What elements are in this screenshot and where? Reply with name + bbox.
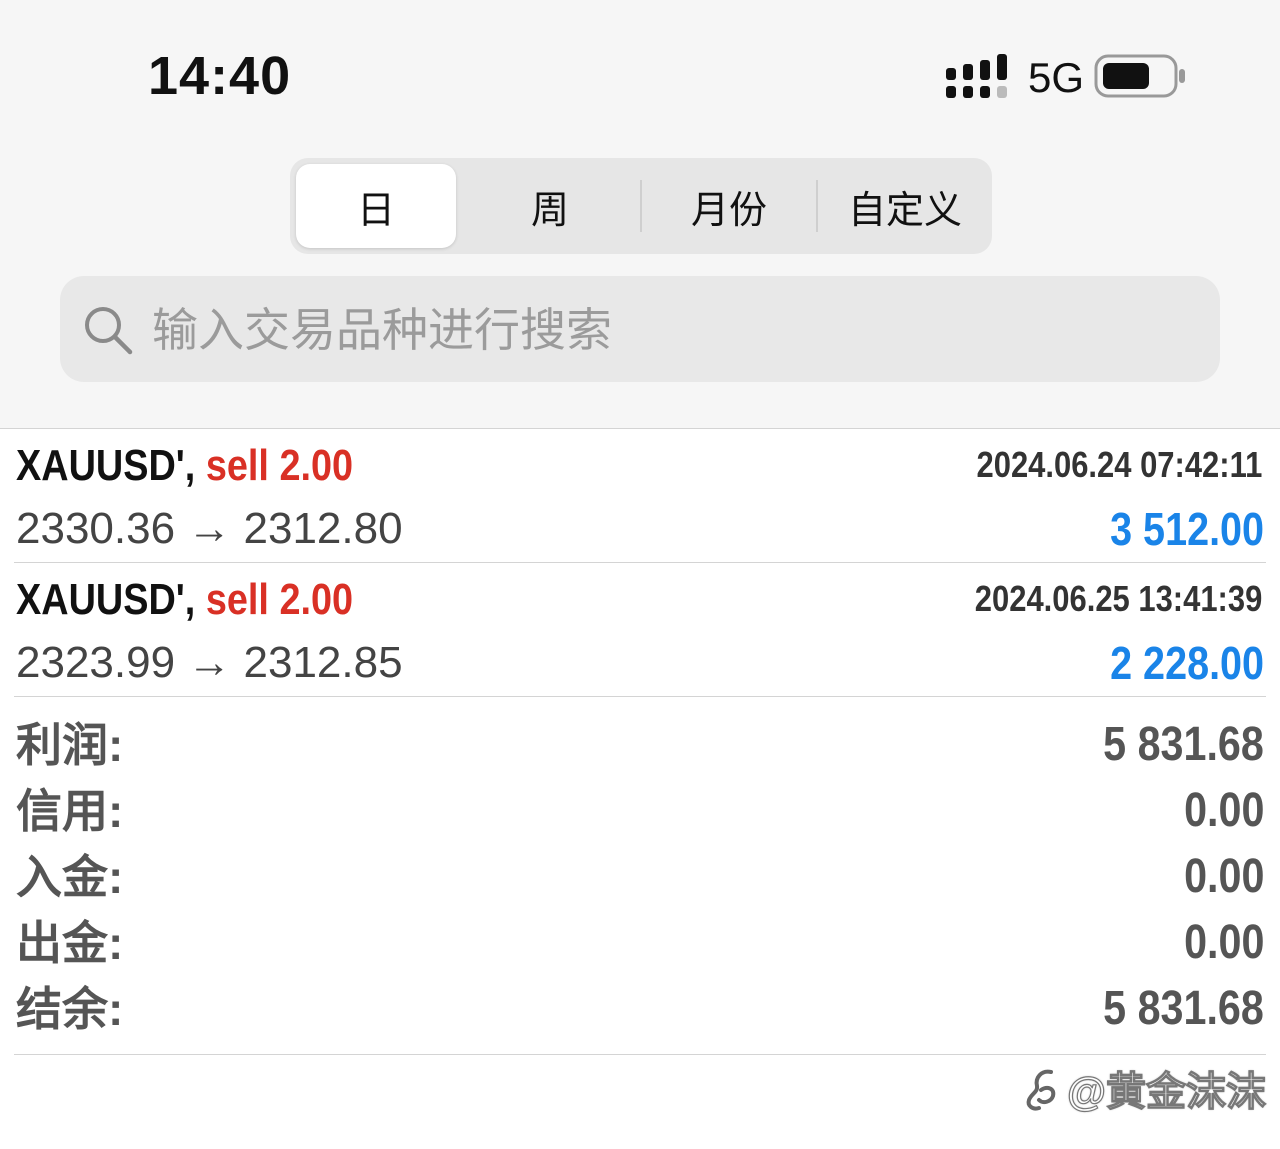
tab-day[interactable]: 日 bbox=[296, 164, 456, 248]
signal-bars-icon bbox=[946, 54, 1007, 98]
summary-row-withdrawal: 出金: 0.00 bbox=[14, 910, 1266, 976]
weibo-logo-icon bbox=[1026, 1069, 1056, 1111]
trade-profit: 3 512.00 bbox=[1110, 503, 1264, 555]
trade-time: 2024.06.25 13:41:39 bbox=[974, 578, 1262, 619]
trade-side: sell 2.00 bbox=[205, 575, 354, 624]
account-summary: 利润: 5 831.68 信用: 0.00 入金: 0.00 出金: 0.00 … bbox=[14, 712, 1266, 1055]
summary-label: 信用: bbox=[16, 785, 124, 837]
status-time: 14:40 bbox=[148, 46, 292, 106]
history-screen: 14:40 5G 日 周 月份 自定义 输入交易品种进行搜索 XAUUSD', … bbox=[0, 0, 1280, 1149]
trade-title: XAUUSD', sell 2.00 bbox=[16, 574, 353, 626]
tab-month-label: 月份 bbox=[690, 189, 767, 232]
summary-label: 入金: bbox=[16, 851, 124, 903]
summary-label: 利润: bbox=[16, 719, 124, 771]
summary-value: 5 831.68 bbox=[1103, 982, 1264, 1035]
tab-month[interactable]: 月份 bbox=[642, 164, 816, 248]
summary-value: 0.00 bbox=[1183, 850, 1264, 903]
period-selector: 日 周 月份 自定义 bbox=[290, 158, 992, 254]
trade-symbol: XAUUSD', bbox=[16, 441, 196, 490]
watermark: @黄金沫沫 bbox=[1023, 1060, 1267, 1116]
summary-value: 0.00 bbox=[1183, 916, 1264, 969]
search-icon bbox=[85, 307, 133, 355]
search-bar bbox=[60, 276, 1220, 382]
trade-row[interactable]: XAUUSD', sell 2.00 2024.06.24 07:42:11 2… bbox=[14, 430, 1266, 563]
tab-day-label: 日 bbox=[356, 189, 395, 232]
summary-value: 5 831.68 bbox=[1103, 718, 1264, 771]
tab-week[interactable]: 周 bbox=[462, 164, 638, 248]
trade-title: XAUUSD', sell 2.00 bbox=[16, 440, 353, 492]
summary-row-profit: 利润: 5 831.68 bbox=[14, 712, 1266, 778]
summary-value: 0.00 bbox=[1183, 784, 1264, 837]
trade-row[interactable]: XAUUSD', sell 2.00 2024.06.25 13:41:39 2… bbox=[14, 564, 1266, 697]
battery-icon bbox=[1094, 54, 1185, 98]
trade-profit: 2 228.00 bbox=[1110, 637, 1264, 689]
trade-prices: 2330.36 → 2312.80 bbox=[16, 504, 403, 553]
network-type: 5G bbox=[1028, 54, 1085, 101]
search-input[interactable] bbox=[150, 290, 1194, 370]
trade-symbol: XAUUSD', bbox=[16, 575, 196, 624]
summary-label: 结余: bbox=[16, 983, 124, 1035]
summary-row-deposit: 入金: 0.00 bbox=[14, 844, 1266, 910]
trade-side: sell 2.00 bbox=[205, 441, 354, 490]
trade-prices: 2323.99 → 2312.85 bbox=[16, 638, 403, 687]
summary-row-credit: 信用: 0.00 bbox=[14, 778, 1266, 844]
summary-label: 出金: bbox=[16, 917, 124, 969]
summary-row-balance: 结余: 5 831.68 bbox=[14, 976, 1266, 1042]
trade-time: 2024.06.24 07:42:11 bbox=[976, 444, 1262, 485]
header-area: 14:40 5G 日 周 月份 自定义 输入交易品种进行搜索 bbox=[0, 0, 1280, 429]
watermark-text: @黄金沫沫 bbox=[1066, 1069, 1266, 1114]
tab-custom-label: 自定义 bbox=[847, 189, 962, 232]
tab-week-label: 周 bbox=[530, 189, 569, 232]
tab-custom[interactable]: 自定义 bbox=[818, 164, 992, 248]
